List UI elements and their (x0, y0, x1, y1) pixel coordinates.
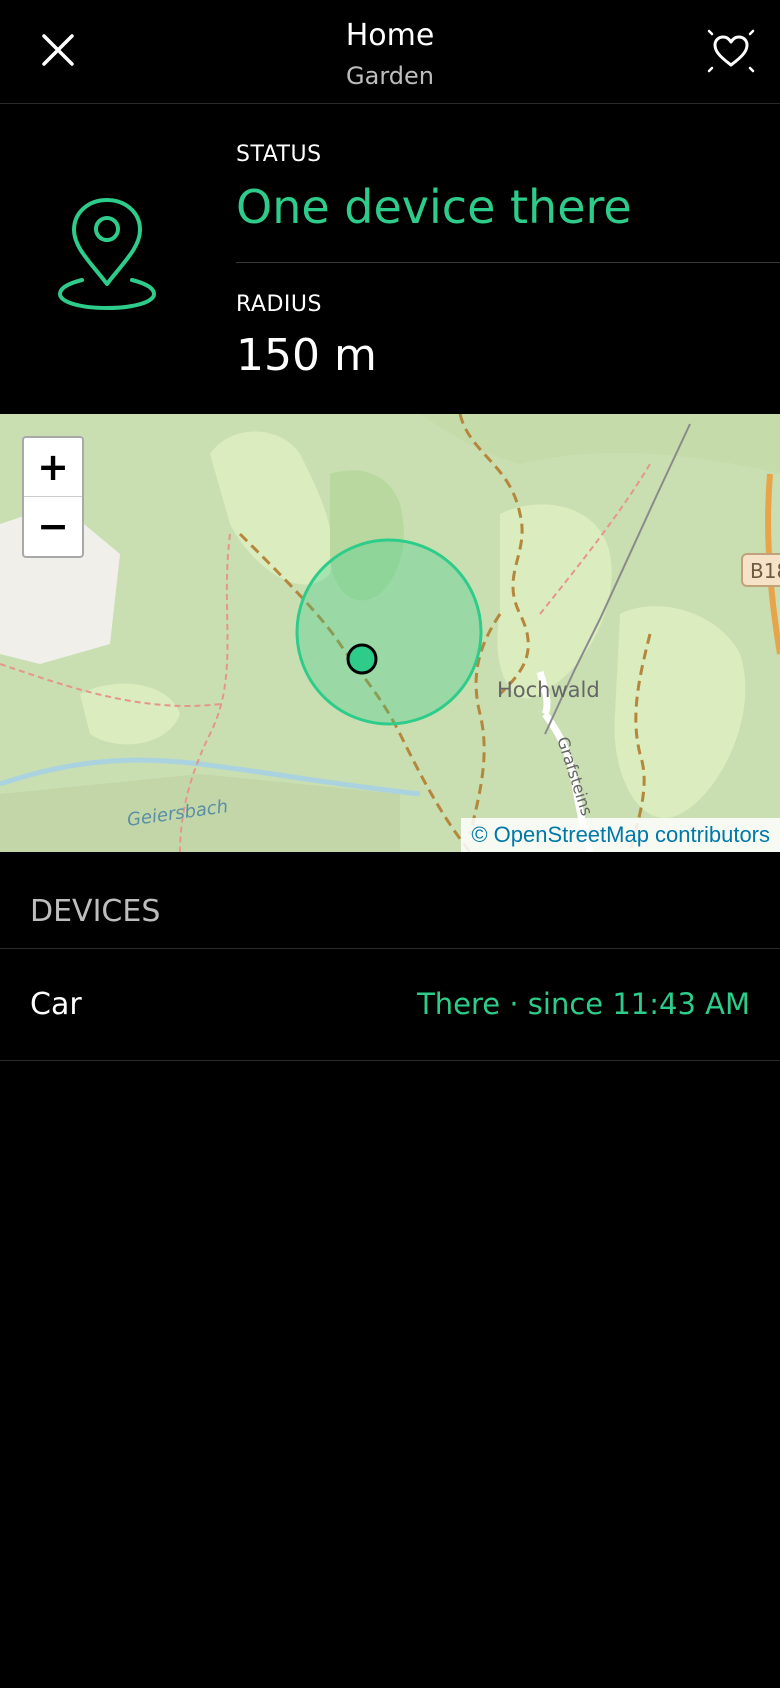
page-title: Home (345, 18, 435, 53)
map-tiles: B18 Hochwald Geiersbach Grafsteins (0, 414, 780, 852)
map-pin-icon (57, 198, 157, 311)
top-bar: Home Garden (0, 0, 780, 104)
favorite-button[interactable] (700, 22, 762, 80)
heart-sparkle-icon (707, 29, 755, 73)
zoom-in-button[interactable]: + (24, 438, 82, 496)
svg-text:Hochwald: Hochwald (497, 678, 600, 702)
map-view[interactable]: B18 Hochwald Geiersbach Grafsteins + − ©… (0, 414, 780, 852)
radius-label: RADIUS (236, 292, 322, 317)
devices-section-title: DEVICES (30, 894, 161, 929)
zone-info: STATUS One device there RADIUS 150 m (0, 104, 780, 414)
radius-value: 150 m (236, 330, 377, 381)
device-status: There · since 11:43 AM (417, 987, 750, 1021)
page-subtitle: Garden (346, 62, 434, 90)
zoom-control: + − (22, 436, 84, 558)
map-attribution[interactable]: © OpenStreetMap contributors (461, 818, 780, 852)
device-row[interactable]: Car There · since 11:43 AM (0, 949, 780, 1061)
zoom-out-button[interactable]: − (24, 497, 82, 555)
svg-text:B18: B18 (750, 559, 780, 583)
status-label: STATUS (236, 142, 322, 167)
divider (236, 262, 780, 263)
device-name: Car (30, 987, 82, 1022)
status-value: One device there (236, 180, 632, 234)
